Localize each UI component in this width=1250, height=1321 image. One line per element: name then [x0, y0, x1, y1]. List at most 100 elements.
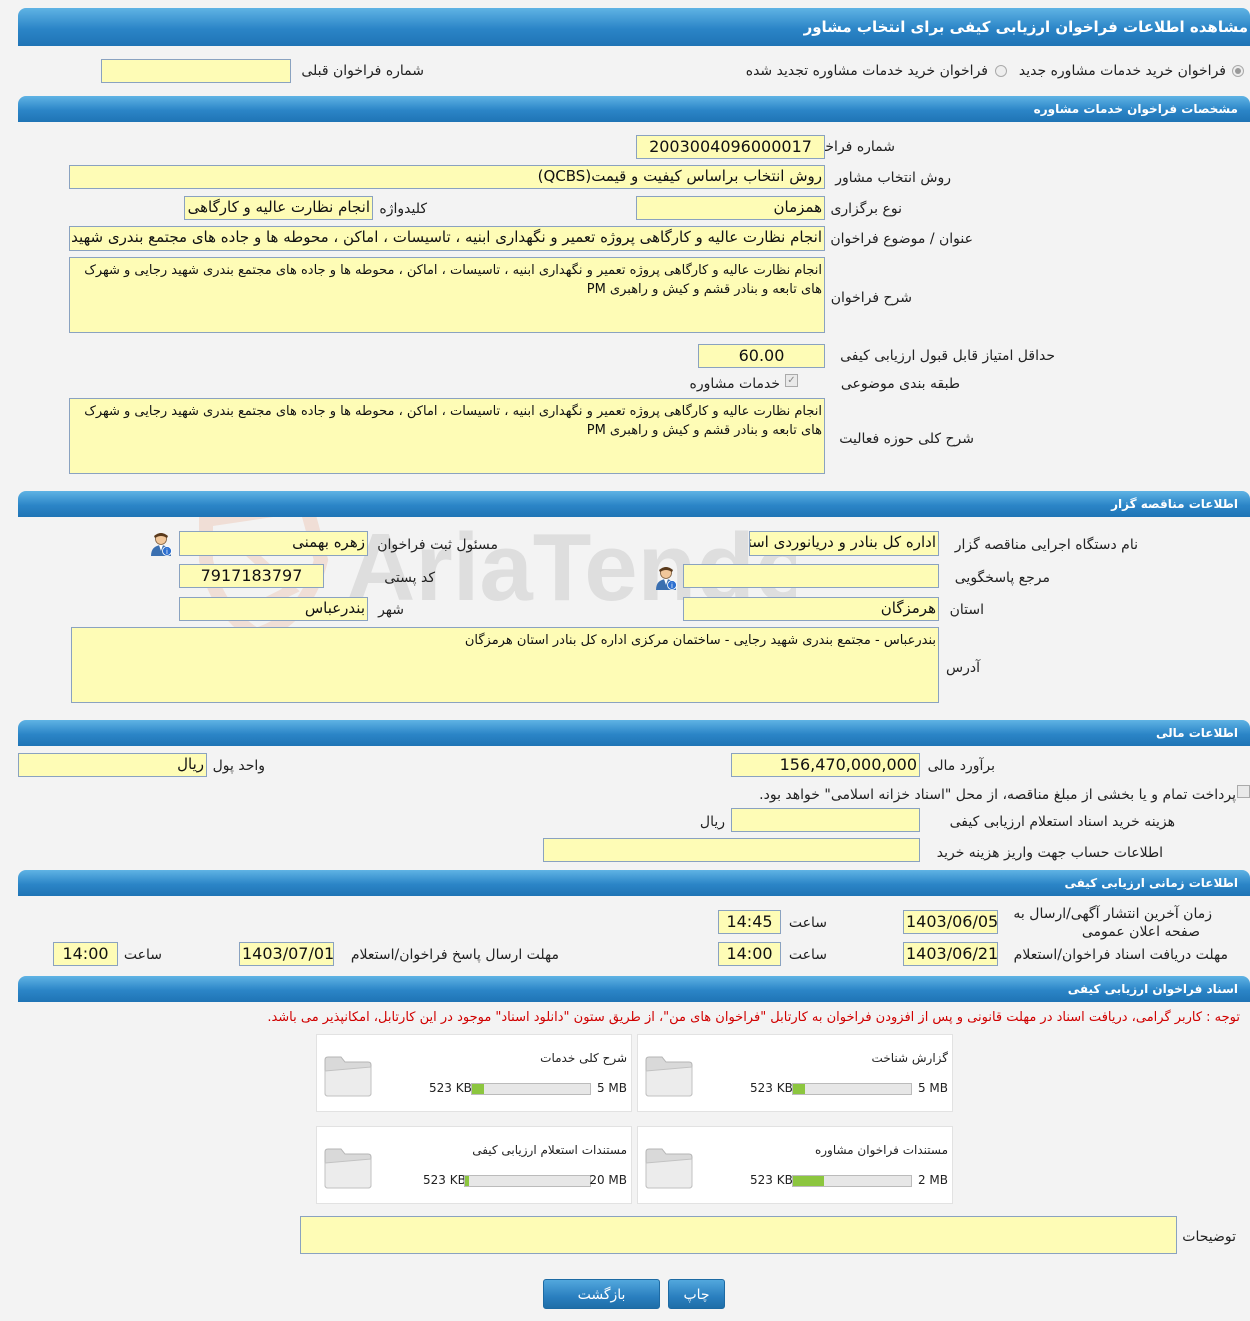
notes-field[interactable] — [300, 1216, 1177, 1254]
registrar-field[interactable]: زهره بهمنی — [179, 531, 368, 556]
scope-label: شرح کلی حوزه فعالیت — [839, 431, 974, 447]
doc-card[interactable]: گزارش شناخت 523 KB 5 MB — [637, 1034, 953, 1112]
doc-cost-unit: ریال — [699, 814, 725, 830]
postal-code-field[interactable]: 7917183797 — [179, 564, 324, 588]
doc-used-size: 523 KB — [750, 1081, 793, 1095]
receive-date-field[interactable]: 1403/06/21 — [903, 942, 998, 966]
back-button[interactable]: بازگشت — [543, 1279, 660, 1309]
section-timing-title: اطلاعات زمانی ارزیابی کیفی — [1064, 876, 1238, 890]
page-title-bar: مشاهده اطلاعات فراخوان ارزیابی کیفی برای… — [18, 8, 1250, 46]
publish-label-line1: زمان آخرین انتشار آگهی/ارسال به — [1013, 906, 1212, 922]
doc-title: شرح کلی خدمات — [540, 1051, 627, 1065]
min-score-field[interactable]: 60.00 — [698, 344, 825, 368]
doc-progress-fill — [793, 1084, 805, 1094]
holding-type-label: نوع برگزاری — [830, 201, 902, 217]
prev-number-field[interactable] — [101, 59, 291, 83]
radio-renewed-call[interactable] — [995, 65, 1007, 77]
description-label: شرح فراخوان — [830, 290, 912, 306]
folder-icon — [645, 1056, 693, 1097]
publish-label-line2: صفحه اعلان عمومی — [1081, 924, 1200, 940]
doc-used-size: 523 KB — [750, 1173, 793, 1187]
publish-date-field[interactable]: 1403/06/05 — [903, 910, 998, 934]
folder-icon — [324, 1056, 372, 1097]
radio-renewed-label: فراخوان خرید خدمات مشاوره تجدید شده — [745, 63, 988, 79]
org-name-field[interactable]: اداره کل بنادر و دریانوردی استان هرمزگان — [749, 531, 939, 556]
category-checkbox[interactable]: ✓ — [785, 374, 798, 387]
folder-icon — [645, 1148, 693, 1189]
call-number-field[interactable]: 2003004096000017 — [636, 135, 825, 159]
doc-progress-bar — [464, 1175, 591, 1187]
notes-label: توضیحات — [1182, 1229, 1236, 1245]
send-date-field[interactable]: 1403/07/01 — [239, 942, 334, 966]
category-label: طبقه بندی موضوعی — [840, 376, 960, 392]
section-organizer-header: اطلاعات مناقصه گزار — [18, 491, 1250, 517]
province-field[interactable]: هرمزگان — [683, 597, 939, 621]
registrar-label: مسئول ثبت فراخوان — [377, 537, 498, 553]
treasury-checkbox[interactable] — [1237, 785, 1250, 798]
section-financial-title: اطلاعات مالی — [1155, 726, 1238, 740]
account-label: اطلاعات حساب جهت واریز هزینه خرید — [936, 845, 1163, 861]
page-title: مشاهده اطلاعات فراخوان ارزیابی کیفی برای… — [803, 18, 1248, 36]
doc-progress-bar — [792, 1083, 912, 1095]
doc-progress-bar — [792, 1175, 912, 1187]
doc-title: گزارش شناخت — [871, 1051, 948, 1065]
doc-max-size: 5 MB — [917, 1081, 948, 1095]
radio-new-label: فراخوان خرید خدمات مشاوره جدید — [1018, 63, 1226, 79]
send-time-label: ساعت — [123, 947, 162, 963]
doc-cost-field[interactable] — [731, 808, 920, 832]
scope-field[interactable]: انجام نظارت عالیه و کارگاهی پروژه تعمیر … — [69, 398, 825, 474]
doc-max-size: 20 MB — [589, 1173, 627, 1187]
send-time-field[interactable]: 14:00 — [53, 942, 118, 966]
keyword-label: کلیدواژه — [379, 201, 427, 217]
category-value: خدمات مشاوره — [689, 376, 780, 392]
folder-icon — [324, 1148, 372, 1189]
address-label: آدرس — [946, 660, 980, 676]
user-info-icon[interactable]: i — [150, 532, 172, 556]
response-ref-label: مرجع پاسخگویی — [954, 570, 1050, 586]
print-button[interactable]: چاپ — [668, 1279, 725, 1309]
receive-time-field[interactable]: 14:00 — [718, 942, 781, 966]
doc-card[interactable]: مستندات استعلام ارزیابی کیفی 523 KB 20 M… — [316, 1126, 632, 1204]
doc-progress-bar — [471, 1083, 591, 1095]
treasury-text: پرداخت تمام و یا بخشی از مبلغ مناقصه، از… — [759, 787, 1236, 803]
response-ref-field[interactable] — [683, 564, 939, 588]
doc-max-size: 5 MB — [596, 1081, 627, 1095]
doc-card[interactable]: شرح کلی خدمات 523 KB 5 MB — [316, 1034, 632, 1112]
subject-field[interactable]: انجام نظارت عالیه و کارگاهی پروژه تعمیر … — [69, 226, 825, 251]
address-field[interactable]: بندرعباس - مجتمع بندری شهید رجایی - ساخت… — [71, 627, 939, 703]
receive-deadline-label: مهلت دریافت اسناد فراخوان/استعلام — [1013, 947, 1228, 963]
account-field[interactable] — [543, 838, 920, 862]
min-score-label: حداقل امتیاز قابل قبول ارزیابی کیفی — [840, 348, 1055, 364]
doc-card[interactable]: مستندات فراخوان مشاوره 523 KB 2 MB — [637, 1126, 953, 1204]
section-docs-header: اسناد فراخوان ارزیابی کیفی — [18, 976, 1250, 1002]
download-notice: توجه : کاربر گرامی، دریافت اسناد در مهلت… — [267, 1010, 1240, 1025]
section-financial-header: اطلاعات مالی — [18, 720, 1250, 746]
section-timing-header: اطلاعات زمانی ارزیابی کیفی — [18, 870, 1250, 896]
org-name-label: نام دستگاه اجرایی مناقصه گزار — [954, 537, 1138, 553]
postal-code-label: کد پستی — [384, 570, 435, 586]
subject-label: عنوان / موضوع فراخوان — [830, 231, 973, 247]
selection-method-label: روش انتخاب مشاور — [835, 170, 951, 186]
keyword-field[interactable]: انجام نظارت عالیه و کارگاهی — [184, 196, 373, 220]
estimate-label: برآورد مالی — [927, 758, 995, 774]
doc-title: مستندات استعلام ارزیابی کیفی — [472, 1143, 627, 1157]
doc-used-size: 523 KB — [429, 1081, 472, 1095]
description-field[interactable]: انجام نظارت عالیه و کارگاهی پروژه تعمیر … — [69, 257, 825, 333]
doc-cost-label: هزینه خرید اسناد استعلام ارزیابی کیفی — [949, 814, 1175, 830]
holding-type-field[interactable]: همزمان — [636, 196, 825, 220]
section-docs-title: اسناد فراخوان ارزیابی کیفی — [1067, 982, 1238, 996]
doc-progress-fill — [465, 1176, 469, 1186]
selection-method-field[interactable]: روش انتخاب براساس کیفیت و قیمت(QCBS) — [69, 165, 825, 189]
section-specs-title: مشخصات فراخوان خدمات مشاوره — [1033, 102, 1238, 116]
province-label: استان — [949, 602, 984, 618]
currency-field[interactable]: ریال — [18, 753, 207, 777]
user-info-icon[interactable]: i — [655, 566, 677, 590]
prev-number-label: شماره فراخوان قبلی — [301, 63, 424, 79]
city-field[interactable]: بندرعباس — [179, 597, 368, 621]
publish-time-field[interactable]: 14:45 — [718, 910, 781, 934]
radio-new-call[interactable] — [1232, 65, 1244, 77]
doc-used-size: 523 KB — [423, 1173, 466, 1187]
section-organizer-title: اطلاعات مناقصه گزار — [1111, 497, 1238, 511]
estimate-field[interactable]: 156,470,000,000 — [731, 753, 920, 777]
city-label: شهر — [378, 602, 404, 618]
